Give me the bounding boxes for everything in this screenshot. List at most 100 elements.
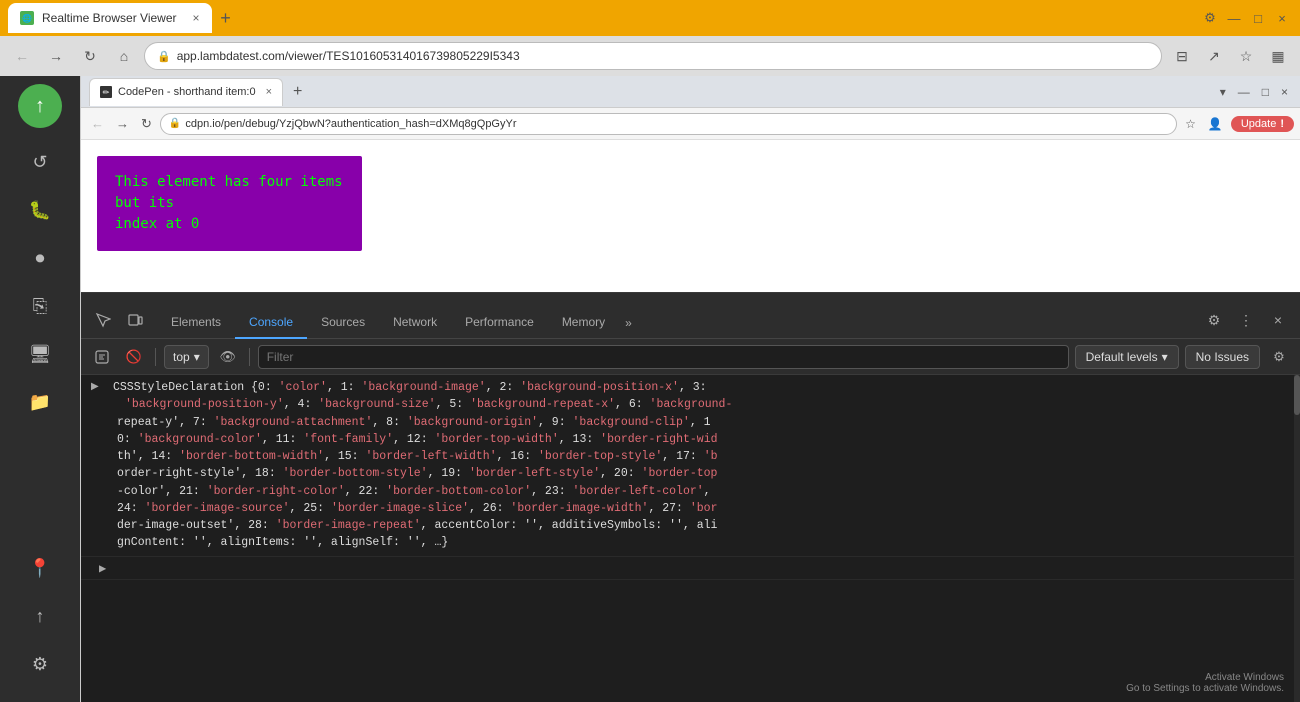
inner-address-bar: ← → ↻ 🔒 cdpn.io/pen/debug/YzjQbwN?authen… (81, 108, 1300, 140)
left-sidebar: ↑ ↺ 🐛 ⏺ ⎘ 🖥 📁 📍 ↑ ⚙ (0, 76, 80, 702)
sidebar-item-video[interactable]: ⏺ (18, 236, 62, 280)
sidebar-item-folder[interactable]: 📁 (18, 380, 62, 424)
address-field[interactable]: 🔒 app.lambdatest.com/viewer/TES101605314… (144, 42, 1162, 70)
activate-windows-line1: Activate Windows (1126, 672, 1284, 683)
demo-text: This element has four items but its inde… (115, 172, 344, 235)
inner-profile-icon[interactable]: 👤 (1204, 115, 1227, 133)
devtools-left-icons (89, 306, 149, 338)
inner-active-tab[interactable]: ✏ CodePen - shorthand item:0 × (89, 78, 283, 106)
activate-windows-notice: Activate Windows Go to Settings to activ… (1126, 672, 1284, 694)
home-button[interactable]: ⌂ (110, 42, 138, 70)
inner-refresh-btn[interactable]: ↻ (137, 114, 156, 134)
sidebar-logo[interactable]: ↑ (18, 84, 62, 128)
minimize-button[interactable]: — (1224, 8, 1244, 28)
dt-context-selector[interactable]: top ▾ (164, 345, 209, 369)
sidebar-item-settings[interactable]: ⚙ (18, 642, 62, 686)
tab-memory[interactable]: Memory (548, 307, 619, 339)
inner-lock-icon: 🔒 (169, 118, 181, 129)
new-tab-button[interactable]: + (212, 4, 240, 32)
inner-forward-btn[interactable]: → (112, 114, 133, 133)
tab-console[interactable]: Console (235, 307, 307, 339)
inner-restore-btn[interactable]: □ (1258, 83, 1273, 101)
dt-toolbar-settings-btn[interactable]: ⚙ (1266, 344, 1292, 370)
tab-close-btn[interactable]: × (193, 11, 200, 25)
sidebar-item-copy[interactable]: ⎘ (18, 284, 62, 328)
devtools-toolbar: 🚫 top ▾ 👁 Default levels ▾ No Issues (81, 339, 1300, 375)
close-button[interactable]: × (1272, 8, 1292, 28)
sidebar-item-refresh[interactable]: ↺ (18, 140, 62, 184)
dt-levels-arrow: ▾ (1162, 350, 1168, 364)
inner-update-btn[interactable]: Update ! (1231, 116, 1294, 132)
refresh-button[interactable]: ↻ (76, 42, 104, 70)
maximize-button[interactable]: □ (1248, 8, 1268, 28)
console-scrollbar-track[interactable] (1294, 375, 1300, 702)
inner-browser: ✏ CodePen - shorthand item:0 × + ▾ — □ ×… (80, 76, 1300, 702)
console-row-main: ▶ CSSStyleDeclaration {0: 'color', 1: 'b… (81, 375, 1300, 557)
console-bottom-row: ▶ (81, 557, 1300, 580)
devtools-close-btn[interactable]: × (1264, 306, 1292, 334)
devtools-panel: Elements Console Sources Network Perform… (81, 292, 1300, 702)
update-alert-icon: ! (1280, 118, 1284, 130)
more-tabs-btn[interactable]: » (619, 308, 638, 338)
bookmark-icon[interactable]: ☆ (1232, 42, 1260, 70)
cast-icon[interactable]: ⊟ (1168, 42, 1196, 70)
tab-performance[interactable]: Performance (451, 307, 548, 339)
inner-minimize-btn[interactable]: — (1234, 83, 1254, 101)
dt-levels-btn[interactable]: Default levels ▾ (1075, 345, 1179, 369)
sidebar-item-upload[interactable]: ↑ (18, 594, 62, 638)
tab-elements-label: Elements (171, 315, 221, 329)
share-icon[interactable]: ↗ (1200, 42, 1228, 70)
window-controls: ⚙ — □ × (1200, 8, 1292, 28)
update-label: Update (1241, 118, 1276, 130)
console-output[interactable]: ▶ CSSStyleDeclaration {0: 'color', 1: 'b… (81, 375, 1300, 702)
console-scrollbar-thumb[interactable] (1294, 375, 1300, 415)
web-content: This element has four items but its inde… (81, 140, 1300, 292)
dt-divider1 (155, 348, 156, 366)
inner-bookmark-icon[interactable]: ☆ (1181, 115, 1200, 133)
tab-memory-label: Memory (562, 315, 605, 329)
sidebar-item-location[interactable]: 📍 (18, 546, 62, 590)
tab-favicon: 🌐 (20, 11, 34, 25)
active-tab[interactable]: 🌐 Realtime Browser Viewer × (8, 3, 212, 33)
demo-line2: index at 0 (115, 216, 199, 232)
inner-tab-close-btn[interactable]: × (266, 86, 272, 98)
address-bar-row: ← → ↻ ⌂ 🔒 app.lambdatest.com/viewer/TES1… (0, 36, 1300, 76)
inner-tab-favicon: ✏ (100, 86, 112, 98)
devtools-more-btn[interactable]: ⋮ (1232, 306, 1260, 334)
dt-filter-input[interactable] (258, 345, 1069, 369)
inner-close-btn[interactable]: × (1277, 83, 1292, 101)
devtools-inspect-btn[interactable] (89, 306, 117, 334)
dt-execute-btn[interactable] (89, 344, 115, 370)
tab-sources-label: Sources (321, 315, 365, 329)
demo-box: This element has four items but its inde… (97, 156, 362, 251)
tab-console-label: Console (249, 315, 293, 329)
url-text: app.lambdatest.com/viewer/TES10160531401… (177, 49, 1149, 63)
dt-no-issues-badge: No Issues (1185, 345, 1260, 369)
tab-network[interactable]: Network (379, 307, 451, 339)
inner-new-tab-btn[interactable]: + (287, 83, 308, 101)
devtools-device-btn[interactable] (121, 306, 149, 334)
console-text-main: CSSStyleDeclaration {0: 'color', 1: 'bac… (113, 379, 732, 552)
sidebar-item-bug[interactable]: 🐛 (18, 188, 62, 232)
console-expand-btn[interactable]: ▶ (91, 381, 99, 392)
inner-tab-bar: ✏ CodePen - shorthand item:0 × + ▾ — □ × (81, 76, 1300, 108)
inner-back-btn[interactable]: ← (87, 114, 108, 133)
devtools-settings-btn[interactable]: ⚙ (1200, 306, 1228, 334)
logo-up-icon: ↑ (35, 95, 45, 118)
inner-tab-bar-menu[interactable]: ▾ (1216, 83, 1230, 101)
tab-label: Realtime Browser Viewer (42, 11, 177, 25)
sidebar-item-monitor[interactable]: 🖥 (18, 332, 62, 376)
tab-elements[interactable]: Elements (157, 307, 235, 339)
console-prompt-arrow[interactable]: ▶ (99, 561, 106, 575)
sidebar-toggle-icon[interactable]: ▦ (1264, 42, 1292, 70)
forward-button[interactable]: → (42, 42, 70, 70)
settings-icon[interactable]: ⚙ (1200, 8, 1220, 28)
inner-address-field[interactable]: 🔒 cdpn.io/pen/debug/YzjQbwN?authenticati… (160, 113, 1177, 135)
back-button[interactable]: ← (8, 42, 36, 70)
toolbar-icons: ⊟ ↗ ☆ ▦ (1168, 42, 1292, 70)
dt-clear-btn[interactable]: 🚫 (121, 344, 147, 370)
tab-sources[interactable]: Sources (307, 307, 379, 339)
inner-tab-label: CodePen - shorthand item:0 (118, 86, 256, 98)
activate-windows-line2: Go to Settings to activate Windows. (1126, 683, 1284, 694)
dt-eye-btn[interactable]: 👁 (215, 344, 241, 370)
